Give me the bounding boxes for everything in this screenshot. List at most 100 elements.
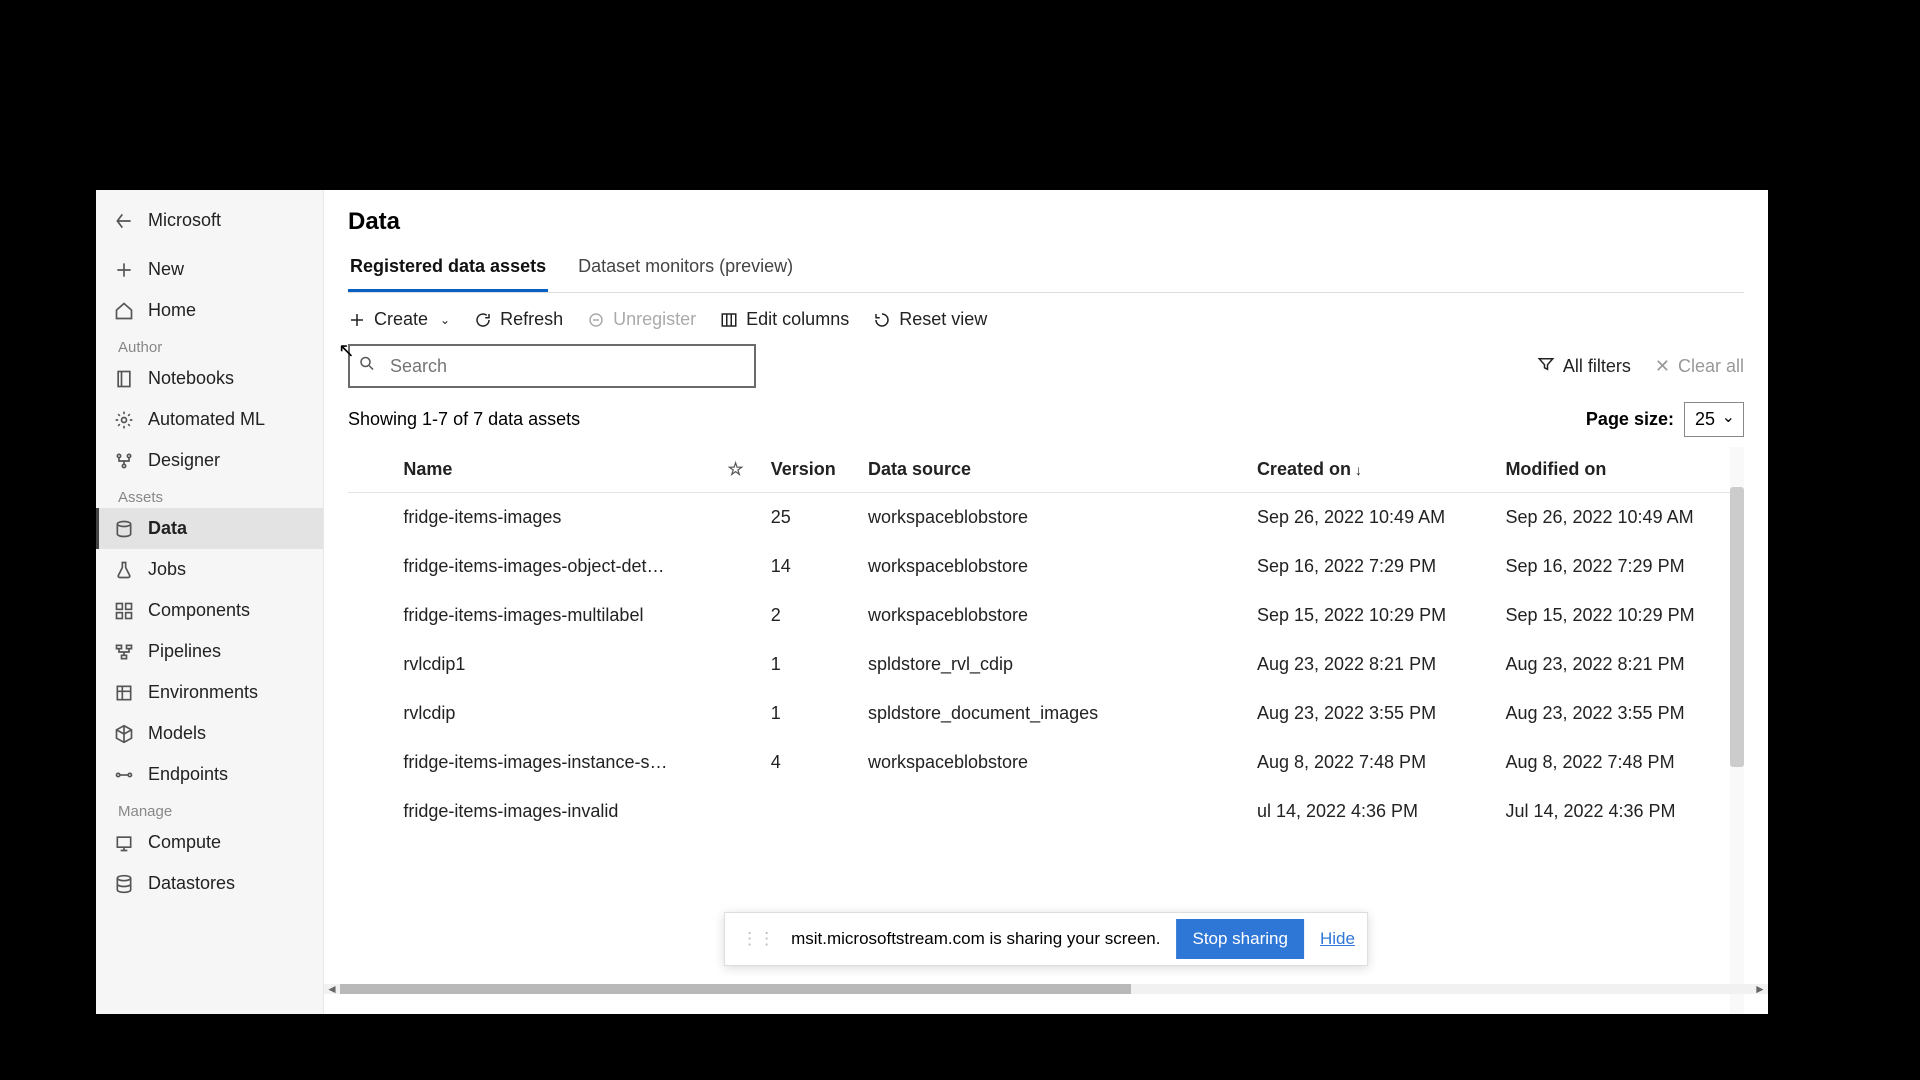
row-name[interactable]: fridge-items-images-invalid	[393, 787, 717, 836]
row-source[interactable]: workspaceblobstore	[858, 493, 1247, 543]
page-size-select[interactable]: 25	[1684, 402, 1744, 437]
scroll-right-icon[interactable]: ►	[1752, 982, 1768, 996]
table-row[interactable]: fridge-items-images-object-det… 14workspa…	[348, 542, 1744, 591]
row-name[interactable]: fridge-items-images-object-det…	[393, 542, 717, 591]
row-favorite[interactable]	[718, 689, 761, 738]
unregister-button: Unregister	[587, 309, 696, 330]
col-source[interactable]: Data source	[858, 447, 1247, 493]
row-checkbox[interactable]	[348, 689, 393, 738]
chevron-down-icon: ⌄	[440, 313, 450, 327]
sidebar-automl[interactable]: Automated ML	[96, 399, 323, 440]
toolbar: Create ⌄ Refresh Unregister Edit columns…	[348, 309, 1744, 330]
row-checkbox[interactable]	[348, 493, 393, 543]
row-favorite[interactable]	[718, 591, 761, 640]
vertical-scrollbar[interactable]	[1730, 447, 1744, 1014]
table-row[interactable]: fridge-items-images-instance-s…4workspac…	[348, 738, 1744, 787]
row-created: Sep 15, 2022 10:29 PM	[1247, 591, 1496, 640]
sidebar-jobs[interactable]: Jobs	[96, 549, 323, 590]
row-source[interactable]: workspaceblobstore	[858, 542, 1247, 591]
hide-share-button[interactable]: Hide	[1320, 929, 1355, 949]
sidebar-data[interactable]: Data	[96, 508, 323, 549]
row-modified: Aug 23, 2022 8:21 PM	[1495, 640, 1744, 689]
sidebar: Microsoft New Home Author Notebooks Auto…	[96, 190, 324, 1014]
close-icon: ✕	[1655, 356, 1670, 377]
sidebar-designer[interactable]: Designer	[96, 440, 323, 481]
row-name[interactable]: rvlcdip	[393, 689, 717, 738]
row-checkbox[interactable]	[348, 591, 393, 640]
hscroll-track[interactable]	[340, 984, 1752, 994]
sidebar-environments[interactable]: Environments	[96, 672, 323, 713]
sidebar-new[interactable]: New	[96, 249, 323, 290]
sidebar-models[interactable]: Models	[96, 713, 323, 754]
row-checkbox[interactable]	[348, 640, 393, 689]
clear-all-button[interactable]: ✕ Clear all	[1655, 356, 1744, 377]
reset-view-button[interactable]: Reset view	[873, 309, 987, 330]
tab-registered[interactable]: Registered data assets	[348, 246, 548, 292]
row-source[interactable]: spldstore_document_images	[858, 689, 1247, 738]
sidebar-compute[interactable]: Compute	[96, 822, 323, 863]
row-created: Aug 23, 2022 8:21 PM	[1247, 640, 1496, 689]
notebook-icon	[114, 369, 134, 389]
sidebar-home[interactable]: Home	[96, 290, 323, 331]
row-favorite[interactable]	[718, 738, 761, 787]
app-frame: Microsoft New Home Author Notebooks Auto…	[96, 190, 1768, 1014]
sidebar-compute-label: Compute	[148, 832, 221, 853]
row-version: 14	[761, 542, 858, 591]
horizontal-scrollbar[interactable]: ◄ ►	[324, 984, 1768, 994]
refresh-button[interactable]: Refresh	[474, 309, 563, 330]
row-source[interactable]	[858, 787, 1247, 836]
table-row[interactable]: rvlcdip11spldstore_rvl_cdipAug 23, 2022 …	[348, 640, 1744, 689]
row-checkbox[interactable]	[348, 542, 393, 591]
col-favorite[interactable]: ☆	[718, 447, 761, 493]
tab-monitors[interactable]: Dataset monitors (preview)	[576, 246, 795, 292]
row-favorite[interactable]	[718, 542, 761, 591]
stop-sharing-button[interactable]: Stop sharing	[1176, 919, 1303, 959]
data-icon	[114, 519, 134, 539]
col-version[interactable]: Version	[761, 447, 858, 493]
scroll-left-icon[interactable]: ◄	[324, 982, 340, 996]
drag-handle-icon[interactable]: ⋮⋮	[741, 929, 775, 949]
row-favorite[interactable]	[718, 640, 761, 689]
row-source[interactable]: workspaceblobstore	[858, 738, 1247, 787]
sidebar-endpoints[interactable]: Endpoints	[96, 754, 323, 795]
showing-count: Showing 1-7 of 7 data assets	[348, 409, 580, 430]
horizontal-scrollbar-thumb[interactable]	[340, 984, 1131, 994]
row-favorite[interactable]	[718, 493, 761, 543]
row-modified: Sep 16, 2022 7:29 PM	[1495, 542, 1744, 591]
row-name[interactable]: fridge-items-images-multilabel	[393, 591, 717, 640]
table-row[interactable]: rvlcdip1spldstore_document_imagesAug 23,…	[348, 689, 1744, 738]
search-wrap: ↖	[348, 344, 756, 388]
sidebar-back-microsoft[interactable]: Microsoft	[96, 200, 323, 241]
col-created[interactable]: Created on↓	[1247, 447, 1496, 493]
sidebar-pipelines[interactable]: Pipelines	[96, 631, 323, 672]
create-button[interactable]: Create ⌄	[348, 309, 450, 330]
pipeline-icon	[114, 642, 134, 662]
sidebar-components-label: Components	[148, 600, 250, 621]
row-name[interactable]: rvlcdip1	[393, 640, 717, 689]
row-checkbox[interactable]	[348, 738, 393, 787]
row-source[interactable]: workspaceblobstore	[858, 591, 1247, 640]
table-row[interactable]: fridge-items-images25workspaceblobstoreS…	[348, 493, 1744, 543]
row-source[interactable]: spldstore_rvl_cdip	[858, 640, 1247, 689]
col-modified[interactable]: Modified on	[1495, 447, 1744, 493]
create-label: Create	[374, 309, 428, 330]
row-checkbox[interactable]	[348, 787, 393, 836]
filter-row: ↖ All filters ✕ Clear all	[348, 344, 1744, 388]
sidebar-datastores[interactable]: Datastores	[96, 863, 323, 904]
table-row[interactable]: fridge-items-images-multilabel2workspace…	[348, 591, 1744, 640]
sidebar-notebooks[interactable]: Notebooks	[96, 358, 323, 399]
tabs: Registered data assets Dataset monitors …	[348, 246, 1744, 293]
vertical-scrollbar-thumb[interactable]	[1730, 487, 1744, 767]
row-name[interactable]: fridge-items-images	[393, 493, 717, 543]
col-name[interactable]: Name	[393, 447, 717, 493]
cube-icon	[114, 724, 134, 744]
row-name[interactable]: fridge-items-images-instance-s…	[393, 738, 717, 787]
sidebar-pipelines-label: Pipelines	[148, 641, 221, 662]
sidebar-components[interactable]: Components	[96, 590, 323, 631]
row-favorite[interactable]	[718, 787, 761, 836]
edit-columns-button[interactable]: Edit columns	[720, 309, 849, 330]
table-row[interactable]: fridge-items-images-invalidul 14, 2022 4…	[348, 787, 1744, 836]
search-input[interactable]	[348, 344, 756, 388]
col-checkbox[interactable]	[348, 447, 393, 493]
all-filters-button[interactable]: All filters	[1537, 355, 1631, 378]
